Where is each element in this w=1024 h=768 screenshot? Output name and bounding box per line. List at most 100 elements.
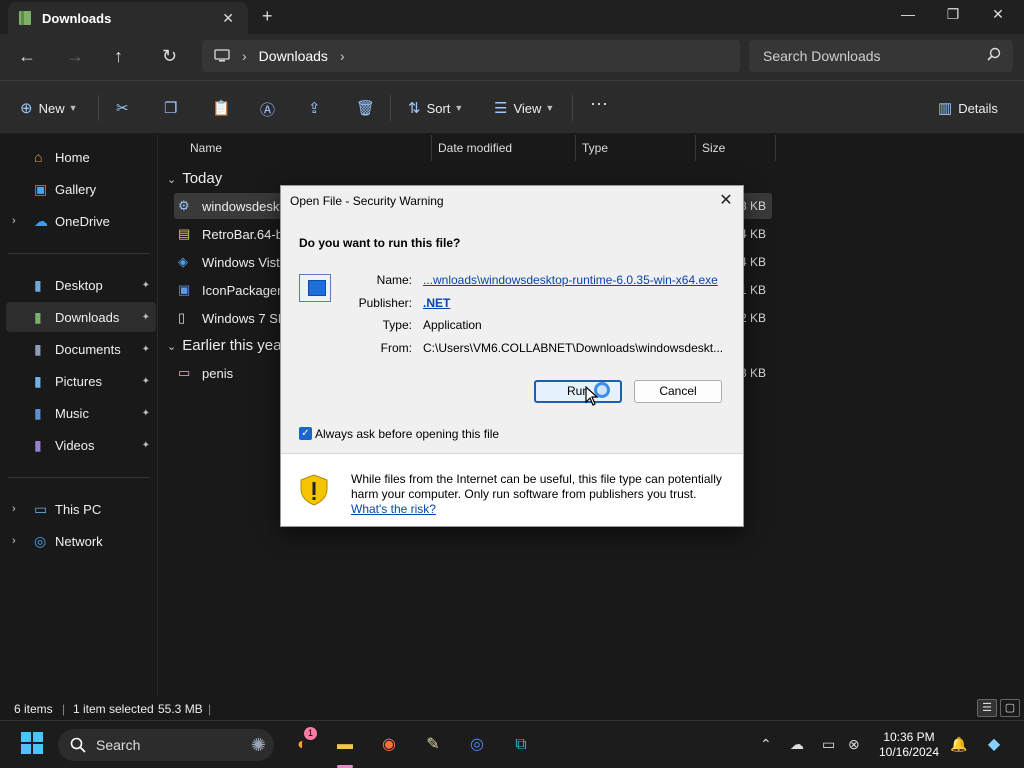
sidebar-item-downloads[interactable]: ▮ Downloads ✦ bbox=[6, 302, 156, 332]
sort-icon: ⇅ bbox=[408, 100, 421, 117]
mouse-cursor-icon bbox=[585, 386, 599, 406]
cut-icon[interactable]: ✂ bbox=[116, 99, 135, 117]
dialog-title: Open File - Security Warning bbox=[290, 194, 444, 208]
column-header-type[interactable]: Type bbox=[576, 135, 696, 161]
firefox-icon[interactable]: ◉ bbox=[375, 731, 403, 759]
chevron-right-icon[interactable]: › bbox=[12, 535, 16, 547]
copilot-icon[interactable]: ◆ bbox=[980, 731, 1008, 759]
gallery-icon: ▣ bbox=[34, 180, 48, 197]
group-today[interactable]: ⌄ Today bbox=[167, 170, 222, 187]
new-tab-button[interactable]: + bbox=[262, 6, 273, 27]
file-name: RetroBar.64-bit bbox=[202, 226, 290, 242]
breadcrumb-separator: › bbox=[242, 48, 247, 64]
cloud-offline-icon[interactable]: ☁ bbox=[790, 736, 804, 753]
sidebar-item-documents[interactable]: ▮ Documents ✦ bbox=[0, 334, 156, 364]
paste-icon[interactable]: 📋 bbox=[212, 99, 237, 117]
minimize-button[interactable]: — bbox=[898, 6, 918, 22]
feather-app-icon[interactable]: ✎ bbox=[419, 731, 447, 759]
cloud-icon: ☁ bbox=[34, 212, 48, 229]
always-ask-checkbox[interactable]: ✓ bbox=[299, 427, 312, 440]
delete-icon[interactable]: 🗑 bbox=[356, 99, 381, 117]
close-window-button[interactable]: ✕ bbox=[988, 6, 1008, 23]
sidebar-item-desktop[interactable]: ▮ Desktop ✦ bbox=[0, 270, 156, 300]
home-icon: ⌂ bbox=[34, 149, 43, 165]
address-bar[interactable]: › Downloads › bbox=[202, 40, 740, 72]
network-tray-icon[interactable]: ▭ bbox=[822, 736, 835, 753]
file-explorer-icon[interactable]: ▬ bbox=[331, 731, 359, 759]
bell-icon[interactable]: 🔔 bbox=[950, 736, 967, 753]
up-button[interactable]: ↑ bbox=[114, 46, 123, 67]
documents-icon: ▮ bbox=[34, 340, 42, 357]
taskbar-search[interactable]: Search ✺ bbox=[58, 729, 274, 761]
volume-muted-icon[interactable]: ⊗ bbox=[848, 736, 860, 753]
sidebar-item-gallery[interactable]: ▣ Gallery bbox=[0, 174, 156, 204]
column-header-date[interactable]: Date modified bbox=[432, 135, 576, 161]
always-ask-label[interactable]: Always ask before opening this file bbox=[315, 427, 499, 441]
type-label: Type: bbox=[382, 318, 412, 332]
copy-icon[interactable]: ❐ bbox=[164, 99, 183, 117]
clock[interactable]: 10:36 PM 10/16/2024 bbox=[872, 730, 946, 760]
app-icon-orange[interactable]: ◐ 1 bbox=[288, 727, 317, 759]
group-label: Today bbox=[182, 170, 223, 187]
refresh-button[interactable]: ↻ bbox=[162, 46, 177, 67]
dialog-close-button[interactable]: ✕ bbox=[717, 190, 735, 210]
breadcrumb-downloads[interactable]: Downloads bbox=[259, 48, 328, 64]
back-button[interactable]: ← bbox=[18, 46, 36, 67]
sidebar-item-onedrive[interactable]: › ☁ OneDrive bbox=[0, 206, 156, 236]
forward-button[interactable]: → bbox=[66, 46, 84, 67]
chrome-icon[interactable]: ◎ bbox=[463, 731, 491, 759]
maximize-button[interactable]: ❐ bbox=[943, 6, 963, 23]
search-box[interactable]: Search Downloads bbox=[749, 40, 1013, 72]
from-value: C:\Users\VM6.COLLABNET\Downloads\windows… bbox=[423, 341, 724, 355]
sidebar-item-label: Home bbox=[55, 149, 90, 165]
windows-logo-icon bbox=[21, 732, 43, 754]
sidebar-item-this-pc[interactable]: › ▭ This PC bbox=[0, 494, 156, 524]
rename-icon[interactable]: Ⓐ bbox=[260, 99, 281, 120]
new-button[interactable]: ⊕ New ▼ bbox=[20, 99, 78, 117]
details-view-button[interactable]: ☰ bbox=[977, 699, 997, 717]
selection-size: 55.3 MB bbox=[158, 702, 203, 716]
view-label: View bbox=[513, 100, 542, 116]
sort-button[interactable]: ⇅ Sort ▼ bbox=[408, 99, 463, 117]
sidebar-item-label: Network bbox=[55, 533, 103, 549]
pin-icon: ✦ bbox=[141, 439, 150, 451]
column-header-name[interactable]: Name bbox=[184, 135, 432, 161]
tiles-view-button[interactable]: ▢ bbox=[1000, 699, 1020, 717]
sidebar-item-home[interactable]: ⌂ Home bbox=[0, 142, 156, 172]
more-options-icon[interactable]: ··· bbox=[590, 93, 608, 114]
file-name: windowsdeskto bbox=[202, 198, 291, 214]
network-icon: ◎ bbox=[34, 532, 47, 549]
group-earlier-this-year[interactable]: ⌄ Earlier this year bbox=[167, 337, 286, 354]
plus-circle-icon: ⊕ bbox=[20, 100, 33, 117]
vmware-icon[interactable]: ⧉ bbox=[507, 731, 535, 759]
column-header-size[interactable]: Size bbox=[696, 135, 776, 161]
chevron-down-icon: ▼ bbox=[545, 103, 555, 113]
close-tab-icon[interactable]: ✕ bbox=[222, 10, 234, 27]
details-button[interactable]: ▥ Details bbox=[938, 99, 998, 117]
start-button[interactable] bbox=[18, 731, 46, 759]
address-toolbar: ← → ↑ ↻ › Downloads › Search Downloads bbox=[0, 34, 1024, 80]
chevron-right-icon[interactable]: › bbox=[12, 503, 16, 515]
sidebar-item-network[interactable]: › ◎ Network bbox=[0, 526, 156, 556]
sidebar-item-pictures[interactable]: ▮ Pictures ✦ bbox=[0, 366, 156, 396]
chevron-right-icon[interactable]: › bbox=[12, 215, 16, 227]
chevron-up-icon[interactable]: ⌃ bbox=[760, 736, 772, 753]
share-icon[interactable]: ⇪ bbox=[308, 99, 327, 117]
whats-the-risk-link[interactable]: What's the risk? bbox=[351, 502, 436, 516]
details-pane-icon: ▥ bbox=[938, 100, 953, 117]
tab-downloads[interactable]: Downloads ✕ bbox=[8, 2, 248, 34]
pin-icon: ✦ bbox=[141, 279, 150, 291]
pin-icon: ✦ bbox=[141, 311, 150, 323]
file-name-link[interactable]: ...wnloads\windowsdesktop-runtime-6.0.35… bbox=[423, 273, 718, 287]
desktop-icon: ▮ bbox=[34, 276, 42, 293]
publisher-label: Publisher: bbox=[358, 296, 412, 310]
clock-time: 10:36 PM bbox=[883, 730, 935, 744]
sidebar-item-music[interactable]: ▮ Music ✦ bbox=[0, 398, 156, 428]
cancel-button[interactable]: Cancel bbox=[634, 380, 722, 403]
command-bar: ⊕ New ▼ ✂ ❐ 📋 Ⓐ ⇪ 🗑 ⇅ Sort ▼ ☰ View ▼ ··… bbox=[0, 80, 1024, 134]
view-button[interactable]: ☰ View ▼ bbox=[494, 99, 554, 117]
notification-badge: 1 bbox=[304, 727, 317, 740]
publisher-link[interactable]: .NET bbox=[423, 296, 450, 310]
security-warning-dialog: Open File - Security Warning ✕ Do you wa… bbox=[280, 185, 744, 527]
sidebar-item-videos[interactable]: ▮ Videos ✦ bbox=[0, 430, 156, 460]
